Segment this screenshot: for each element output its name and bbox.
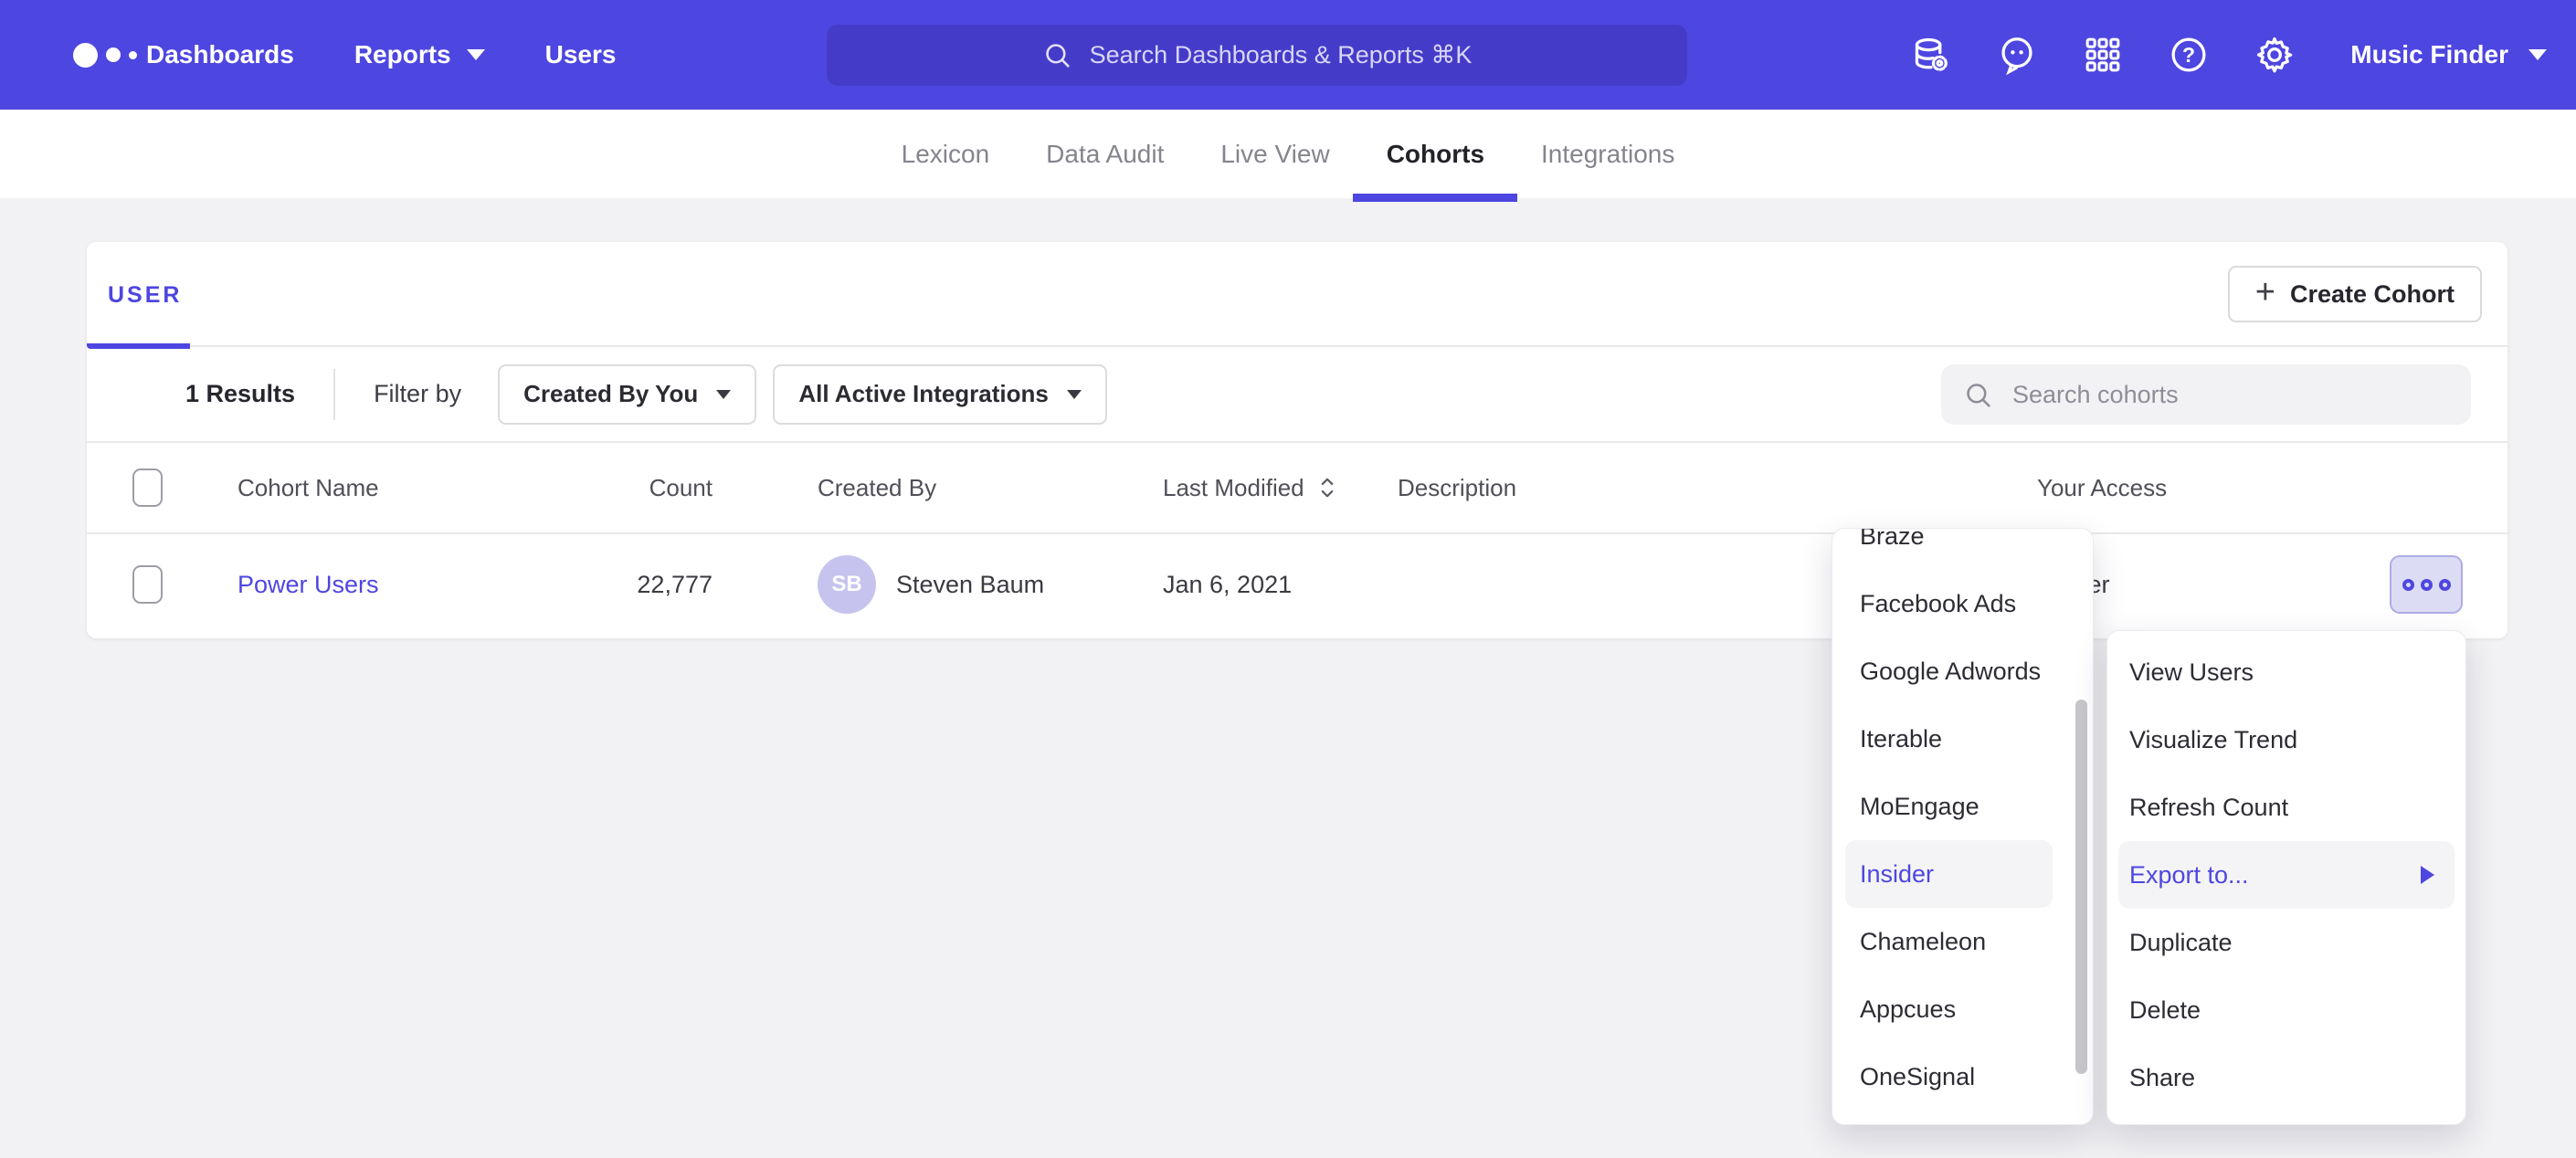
apps-grid-icon[interactable] (2082, 34, 2124, 76)
row-checkbox[interactable] (132, 565, 163, 604)
tab-data-audit[interactable]: Data Audit (1046, 110, 1164, 198)
column-created-by[interactable]: Created By (818, 443, 936, 532)
dot-icon (2421, 579, 2433, 591)
export-option-chameleon[interactable]: Chameleon (1845, 908, 2053, 975)
caret-down-icon (716, 390, 731, 399)
export-option-google-adwords[interactable]: Google Adwords (1845, 637, 2053, 705)
export-to-list: Braze Facebook Ads Google Adwords Iterab… (1832, 528, 2093, 1111)
table-row: Power Users 22,777 SB Steven Baum Jan 6,… (87, 534, 2507, 635)
menu-item-export-to[interactable]: Export to... (2118, 841, 2455, 909)
submenu-scrollbar[interactable] (2075, 700, 2087, 1074)
tab-live-view[interactable]: Live View (1220, 110, 1329, 198)
filter-row: 1 Results Filter by Created By You All A… (87, 347, 2507, 443)
results-count: 1 Results (185, 380, 295, 408)
help-icon[interactable]: ? (2168, 34, 2210, 76)
nav-item-label: Users (545, 40, 617, 69)
last-modified-cell: Jan 6, 2021 (1163, 534, 1292, 635)
nav-item-dashboards[interactable]: Dashboards (146, 40, 294, 69)
export-option-onesignal[interactable]: OneSignal (1845, 1043, 2053, 1111)
project-switcher[interactable]: Music Finder (2350, 40, 2547, 69)
export-option-insider[interactable]: Insider (1845, 840, 2053, 908)
svg-text:?: ? (2182, 43, 2195, 67)
submenu-arrow-icon (2421, 866, 2434, 884)
menu-item-delete[interactable]: Delete (2118, 976, 2455, 1044)
cohorts-card: USER + Create Cohort 1 Results Filter by… (87, 242, 2507, 638)
nav-item-reports[interactable]: Reports (354, 40, 485, 69)
data-management-icon[interactable] (1910, 34, 1952, 76)
created-by-cell: SB Steven Baum (818, 534, 1044, 635)
filter-by-label: Filter by (374, 380, 461, 408)
context-menu-list: View Users Visualize Trend Refresh Count… (2107, 638, 2465, 1111)
nav-item-label: Reports (354, 40, 451, 69)
dot-icon (2439, 579, 2451, 591)
export-option-braze[interactable]: Braze (1845, 528, 2053, 570)
global-search-placeholder: Search Dashboards & Reports ⌘K (1090, 41, 1473, 69)
export-to-submenu: Braze Facebook Ads Google Adwords Iterab… (1832, 528, 2094, 1125)
nav-item-label: Dashboards (146, 40, 294, 69)
filter-created-by-value: Created By You (523, 380, 698, 408)
table-header: Cohort Name Count Created By Last Modifi… (87, 443, 2507, 534)
divider (333, 369, 335, 420)
cohort-name-link[interactable]: Power Users (238, 571, 379, 599)
cohort-search-input[interactable] (1941, 364, 2471, 425)
column-your-access[interactable]: Your Access (2037, 443, 2167, 532)
card-header: USER + Create Cohort (87, 242, 2507, 347)
plus-icon: + (2255, 275, 2275, 310)
created-by-name: Steven Baum (896, 571, 1044, 599)
search-icon (1042, 40, 1073, 71)
caret-down-icon (2528, 49, 2547, 60)
cohort-count: 22,777 (525, 534, 713, 635)
column-description[interactable]: Description (1398, 443, 1516, 532)
tab-integrations[interactable]: Integrations (1541, 110, 1674, 198)
nav-item-users[interactable]: Users (545, 40, 617, 69)
menu-item-duplicate[interactable]: Duplicate (2118, 909, 2455, 976)
column-last-modified[interactable]: Last Modified (1163, 443, 1337, 532)
mixpanel-logo-icon[interactable] (73, 0, 137, 110)
filter-integrations-dropdown[interactable]: All Active Integrations (773, 364, 1107, 425)
screen: Dashboards Reports Users Search Dashboar… (0, 0, 2576, 1158)
project-name: Music Finder (2350, 40, 2508, 69)
filter-integrations-value: All Active Integrations (798, 380, 1049, 408)
column-cohort-name[interactable]: Cohort Name (238, 443, 379, 532)
column-count[interactable]: Count (525, 443, 713, 532)
filter-created-by-dropdown[interactable]: Created By You (498, 364, 756, 425)
tab-user-cohorts[interactable]: USER (108, 282, 182, 309)
export-option-appcues[interactable]: Appcues (1845, 975, 2053, 1043)
avatar: SB (818, 555, 876, 614)
export-option-iterable[interactable]: Iterable (1845, 705, 2053, 773)
create-cohort-label: Create Cohort (2290, 280, 2455, 309)
more-options-button[interactable] (2390, 555, 2463, 614)
sort-icon (1317, 474, 1337, 501)
global-search-bar[interactable]: Search Dashboards & Reports ⌘K (827, 25, 1687, 86)
feedback-icon[interactable] (1996, 34, 2038, 76)
primary-nav: Dashboards Reports Users (146, 0, 616, 110)
nav-right: ? Music Finder (1910, 0, 2547, 110)
tab-lexicon[interactable]: Lexicon (902, 110, 990, 198)
data-management-tabbar: Lexicon Data Audit Live View Cohorts Int… (0, 110, 2576, 198)
tab-cohorts[interactable]: Cohorts (1387, 110, 1484, 198)
create-cohort-button[interactable]: + Create Cohort (2228, 266, 2482, 322)
caret-down-icon (1067, 390, 1082, 399)
settings-gear-icon[interactable] (2254, 34, 2296, 76)
export-option-moengage[interactable]: MoEngage (1845, 773, 2053, 840)
select-all-checkbox[interactable] (132, 468, 163, 507)
export-option-facebook-ads[interactable]: Facebook Ads (1845, 570, 2053, 637)
caret-down-icon (467, 49, 485, 60)
dot-icon (2402, 579, 2414, 591)
menu-item-view-users[interactable]: View Users (2118, 638, 2455, 706)
menu-item-visualize-trend[interactable]: Visualize Trend (2118, 706, 2455, 774)
menu-item-export-to-label: Export to... (2129, 861, 2249, 890)
cohort-context-menu: View Users Visualize Trend Refresh Count… (2106, 630, 2466, 1125)
column-last-modified-label: Last Modified (1163, 474, 1304, 502)
cohort-search (1941, 364, 2471, 425)
menu-item-share[interactable]: Share (2118, 1044, 2455, 1111)
top-nav: Dashboards Reports Users Search Dashboar… (0, 0, 2576, 110)
menu-item-refresh-count[interactable]: Refresh Count (2118, 774, 2455, 841)
